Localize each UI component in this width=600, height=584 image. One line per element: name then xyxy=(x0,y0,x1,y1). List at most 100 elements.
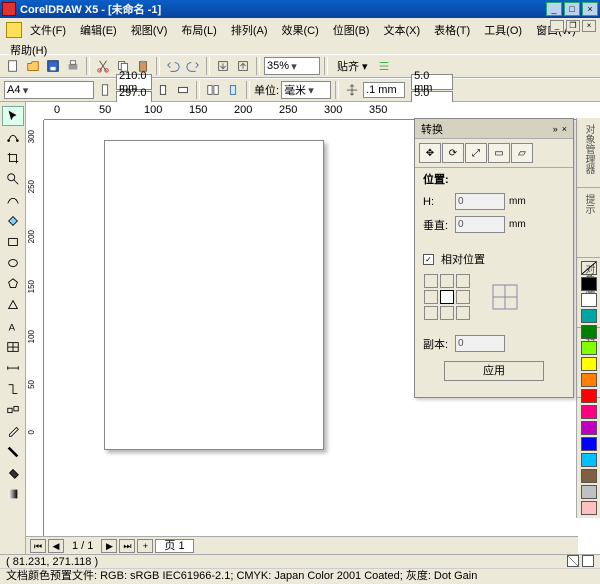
swatch[interactable] xyxy=(581,277,597,291)
menu-layout[interactable]: 布局(L) xyxy=(175,20,222,40)
h-unit: mm xyxy=(509,196,526,207)
freehand-tool[interactable] xyxy=(2,190,24,210)
portrait-icon[interactable] xyxy=(96,81,114,99)
anchor-grid[interactable] xyxy=(423,273,471,321)
redo-icon[interactable] xyxy=(184,57,202,75)
smart-fill-tool[interactable] xyxy=(2,211,24,231)
swatch[interactable] xyxy=(581,261,597,275)
paper-size-combo[interactable]: A4▾ xyxy=(4,81,94,99)
crop-tool[interactable] xyxy=(2,148,24,168)
swatch[interactable] xyxy=(581,437,597,451)
rotate-tab-icon[interactable]: ⟳ xyxy=(442,143,464,163)
maximize-button[interactable]: □ xyxy=(564,2,580,16)
minimize-button[interactable]: _ xyxy=(546,2,562,16)
dimension-tool[interactable] xyxy=(2,358,24,378)
new-icon[interactable] xyxy=(4,57,22,75)
menu-effects[interactable]: 效果(C) xyxy=(276,20,325,40)
cursor-coordinates: ( 81.231, 271.118 ) xyxy=(6,556,98,568)
fill-indicator-icon[interactable] xyxy=(567,555,579,567)
last-page-button[interactable]: ⏭ xyxy=(119,539,135,553)
side-tab-object-mgr[interactable]: 对象管理器 xyxy=(577,118,600,188)
all-pages-icon[interactable] xyxy=(204,81,222,99)
swatch[interactable] xyxy=(581,469,597,483)
blend-tool[interactable] xyxy=(2,400,24,420)
mdi-min-button[interactable]: _ xyxy=(550,20,564,32)
relative-checkbox[interactable]: ✓ xyxy=(423,254,434,265)
units-combo[interactable]: 毫米▾ xyxy=(281,81,331,99)
polygon-tool[interactable] xyxy=(2,274,24,294)
standard-toolbar: 35%▾ 贴齐 ▾ xyxy=(0,54,600,78)
swatch[interactable] xyxy=(581,405,597,419)
save-icon[interactable] xyxy=(44,57,62,75)
first-page-button[interactable]: ⏮ xyxy=(30,539,46,553)
basic-shapes-tool[interactable] xyxy=(2,295,24,315)
menu-edit[interactable]: 编辑(E) xyxy=(74,20,123,40)
outline-indicator-icon[interactable] xyxy=(582,555,594,567)
skew-tab-icon[interactable]: ▱ xyxy=(511,143,533,163)
interactive-fill-tool[interactable] xyxy=(2,484,24,504)
fill-tool[interactable] xyxy=(2,463,24,483)
menu-view[interactable]: 视图(V) xyxy=(125,20,174,40)
close-button[interactable]: × xyxy=(582,2,598,16)
page-tab[interactable]: 页 1 xyxy=(155,539,193,553)
swatch[interactable] xyxy=(581,341,597,355)
docker-close-icon[interactable]: × xyxy=(562,124,567,134)
swatch[interactable] xyxy=(581,453,597,467)
eyedropper-tool[interactable] xyxy=(2,421,24,441)
size-tab-icon[interactable]: ▭ xyxy=(488,143,510,163)
position-tab-icon[interactable]: ✥ xyxy=(419,143,441,163)
swatch[interactable] xyxy=(581,501,597,515)
menu-text[interactable]: 文本(X) xyxy=(377,20,426,40)
vertical-ruler[interactable]: 300250200150100500 xyxy=(26,120,44,564)
swatch[interactable] xyxy=(581,485,597,499)
scale-tab-icon[interactable]: ⤢ xyxy=(465,143,487,163)
menu-arrange[interactable]: 排列(A) xyxy=(225,20,274,40)
open-icon[interactable] xyxy=(24,57,42,75)
rectangle-tool[interactable] xyxy=(2,232,24,252)
snap-button[interactable]: 贴齐 ▾ xyxy=(332,57,373,75)
print-icon[interactable] xyxy=(64,57,82,75)
current-page-icon[interactable] xyxy=(224,81,242,99)
cut-icon[interactable] xyxy=(94,57,112,75)
window-title: CorelDRAW X5 - [未命名 -1] xyxy=(20,1,546,17)
next-page-button[interactable]: ▶ xyxy=(101,539,117,553)
swatch[interactable] xyxy=(581,325,597,339)
outline-tool[interactable] xyxy=(2,442,24,462)
export-icon[interactable] xyxy=(234,57,252,75)
options-icon[interactable] xyxy=(375,57,393,75)
pick-tool[interactable] xyxy=(2,106,24,126)
swatch[interactable] xyxy=(581,389,597,403)
connector-tool[interactable] xyxy=(2,379,24,399)
menu-tools[interactable]: 工具(O) xyxy=(478,20,528,40)
menu-file[interactable]: 文件(F) xyxy=(24,20,72,40)
zoom-tool[interactable] xyxy=(2,169,24,189)
shape-tool[interactable] xyxy=(2,127,24,147)
undo-icon[interactable] xyxy=(164,57,182,75)
zoom-combo[interactable]: 35%▾ xyxy=(264,57,320,75)
mdi-restore-button[interactable]: ❐ xyxy=(566,20,580,32)
swatch[interactable] xyxy=(581,309,597,323)
orientation-landscape-icon[interactable] xyxy=(174,81,192,99)
menu-table[interactable]: 表格(T) xyxy=(428,20,476,40)
side-tab-hints[interactable]: 提示 xyxy=(577,188,600,258)
swatch[interactable] xyxy=(581,373,597,387)
nudge-input[interactable]: .1 mm xyxy=(363,82,405,98)
h-input[interactable] xyxy=(455,193,505,210)
v-input[interactable] xyxy=(455,216,505,233)
swatch[interactable] xyxy=(581,293,597,307)
menu-bitmap[interactable]: 位图(B) xyxy=(327,20,376,40)
orientation-portrait-icon[interactable] xyxy=(154,81,172,99)
apply-button[interactable]: 应用 xyxy=(444,361,544,381)
table-tool[interactable] xyxy=(2,337,24,357)
prev-page-button[interactable]: ◀ xyxy=(48,539,64,553)
transform-docker: 转换 » × ✥ ⟳ ⤢ ▭ ▱ 位置: H: mm 垂直: mm ✓ 相对位置… xyxy=(414,118,574,398)
add-page-button[interactable]: + xyxy=(137,539,153,553)
copies-input[interactable] xyxy=(455,335,505,352)
swatch[interactable] xyxy=(581,357,597,371)
swatch[interactable] xyxy=(581,421,597,435)
docker-collapse-icon[interactable]: » xyxy=(553,124,558,134)
text-tool[interactable]: A xyxy=(2,316,24,336)
ellipse-tool[interactable] xyxy=(2,253,24,273)
mdi-close-button[interactable]: × xyxy=(582,20,596,32)
import-icon[interactable] xyxy=(214,57,232,75)
